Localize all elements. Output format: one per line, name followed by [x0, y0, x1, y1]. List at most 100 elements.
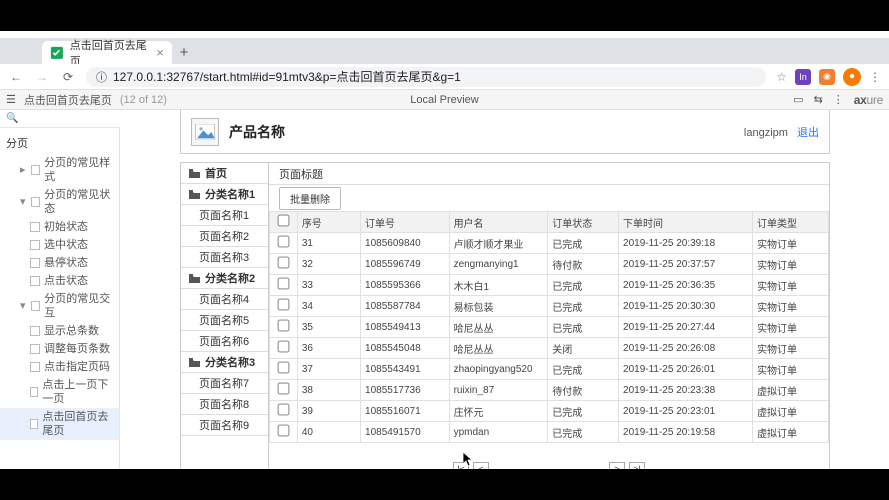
cell-type: 实物订单: [753, 338, 829, 359]
tree-item-current[interactable]: 点击回首页去尾页: [0, 408, 119, 440]
table-row: 311085609840卢顺才顺才果业已完成2019-11-25 20:39:1…: [270, 233, 829, 254]
tree-item[interactable]: ▾分页的常见状态: [0, 186, 119, 218]
tree-search[interactable]: 🔍: [0, 110, 120, 128]
sidebar-page[interactable]: 页面名称3: [181, 247, 268, 268]
product-title: 产品名称: [229, 122, 285, 142]
sidebar-page[interactable]: 页面名称1: [181, 205, 268, 226]
col-time: 下单时间: [619, 212, 753, 233]
sidebar-toggle-icon[interactable]: ☰: [6, 93, 16, 106]
cell-order: 1085491570: [361, 422, 450, 443]
tree-item[interactable]: 点击上一页下一页: [0, 376, 119, 408]
browser-tabbar: 点击回首页去尾页 × +: [0, 38, 889, 64]
col-user: 用户名: [449, 212, 548, 233]
cell-type: 实物订单: [753, 275, 829, 296]
back-button[interactable]: ←: [8, 70, 24, 84]
row-checkbox[interactable]: [278, 425, 290, 437]
main-panel: 页面标题 批量删除 序号 订单号 用: [269, 163, 829, 469]
cell-time: 2019-11-25 20:23:38: [619, 380, 753, 401]
cell-status: 已完成: [548, 275, 619, 296]
sidebar-category[interactable]: 分类名称1: [181, 184, 268, 205]
row-checkbox[interactable]: [278, 362, 290, 374]
cell-status: 已完成: [548, 233, 619, 254]
col-type: 订单类型: [753, 212, 829, 233]
axure-page-title: 点击回首页去尾页: [24, 92, 112, 108]
row-checkbox[interactable]: [278, 257, 290, 269]
first-page-button[interactable]: |<: [453, 462, 469, 469]
row-checkbox[interactable]: [278, 383, 290, 395]
star-icon[interactable]: ☆: [776, 70, 787, 84]
menu-icon[interactable]: ⋮: [869, 70, 881, 84]
cell-order: 1085595366: [361, 275, 450, 296]
sidebar-page[interactable]: 页面名称6: [181, 331, 268, 352]
inner-sidebar: 首页 分类名称1 页面名称1 页面名称2 页面名称3 分类名称2 页面名称4 页…: [181, 163, 269, 469]
cell-order: 1085545048: [361, 338, 450, 359]
cell-user: 哈尼丛丛: [449, 338, 548, 359]
cell-status: 已完成: [548, 422, 619, 443]
profile-avatar[interactable]: ●: [843, 68, 861, 86]
search-icon: 🔍: [6, 113, 18, 124]
next-page-button[interactable]: >: [609, 462, 625, 469]
col-order: 订单号: [361, 212, 450, 233]
row-checkbox[interactable]: [278, 404, 290, 416]
sidebar-page[interactable]: 页面名称7: [181, 373, 268, 394]
new-tab-button[interactable]: +: [172, 41, 196, 64]
tree-item[interactable]: 悬停状态: [0, 254, 119, 272]
row-checkbox[interactable]: [278, 236, 290, 248]
sidebar-page[interactable]: 页面名称4: [181, 289, 268, 310]
tab-close-icon[interactable]: ×: [156, 45, 164, 60]
page-title: 页面标题: [269, 163, 829, 185]
tree-item[interactable]: 调整每页条数: [0, 340, 119, 358]
tree-item[interactable]: 显示总条数: [0, 322, 119, 340]
cell-status: 已完成: [548, 359, 619, 380]
tree-item[interactable]: 选中状态: [0, 236, 119, 254]
extension-icon[interactable]: In: [795, 69, 811, 85]
site-info-icon[interactable]: ⓘ: [96, 69, 107, 85]
cell-type: 实物订单: [753, 296, 829, 317]
axure-page-pos: (12 of 12): [120, 94, 167, 106]
tree-item[interactable]: 点击状态: [0, 272, 119, 290]
reload-button[interactable]: ⟳: [60, 70, 76, 84]
cell-user: 庄怀元: [449, 401, 548, 422]
url-field[interactable]: ⓘ 127.0.0.1:32767/start.html#id=91mtv3&p…: [86, 67, 766, 87]
row-checkbox[interactable]: [278, 278, 290, 290]
prev-page-button[interactable]: <: [473, 462, 489, 469]
tree-item[interactable]: 初始状态: [0, 218, 119, 236]
cell-order: 1085609840: [361, 233, 450, 254]
cell-seq: 34: [297, 296, 360, 317]
forward-button[interactable]: →: [34, 70, 50, 84]
cell-type: 虚拟订单: [753, 380, 829, 401]
cell-order: 1085587784: [361, 296, 450, 317]
row-checkbox[interactable]: [278, 299, 290, 311]
sidebar-page[interactable]: 页面名称2: [181, 226, 268, 247]
batch-delete-button[interactable]: 批量删除: [279, 187, 341, 210]
sidebar-category[interactable]: 分类名称2: [181, 268, 268, 289]
tree-item[interactable]: ▸分页的常见样式: [0, 154, 119, 186]
extension-icon[interactable]: ◉: [819, 69, 835, 85]
tree-item[interactable]: ▾分页的常见交互: [0, 290, 119, 322]
row-checkbox[interactable]: [278, 341, 290, 353]
row-checkbox[interactable]: [278, 320, 290, 332]
last-page-button[interactable]: >|: [629, 462, 645, 469]
cell-user: 易标包装: [449, 296, 548, 317]
select-all-checkbox[interactable]: [278, 215, 290, 227]
browser-tab[interactable]: 点击回首页去尾页 ×: [42, 41, 172, 64]
sidebar-page[interactable]: 页面名称8: [181, 394, 268, 415]
url-text: 127.0.0.1:32767/start.html#id=91mtv3&p=点…: [113, 68, 461, 85]
cell-time: 2019-11-25 20:26:01: [619, 359, 753, 380]
cell-seq: 33: [297, 275, 360, 296]
sidebar-home[interactable]: 首页: [181, 163, 268, 184]
tree-root[interactable]: 分页: [0, 132, 119, 154]
axure-tool-icon[interactable]: ⋮: [833, 93, 844, 106]
cell-status: 关闭: [548, 338, 619, 359]
sidebar-page[interactable]: 页面名称9: [181, 415, 268, 436]
axure-tool-icon[interactable]: ⇆: [814, 93, 823, 106]
cell-time: 2019-11-25 20:23:01: [619, 401, 753, 422]
logout-link[interactable]: 退出: [797, 127, 819, 139]
sidebar-page[interactable]: 页面名称5: [181, 310, 268, 331]
col-status: 订单状态: [548, 212, 619, 233]
tree-item[interactable]: 点击指定页码: [0, 358, 119, 376]
sidebar-category[interactable]: 分类名称3: [181, 352, 268, 373]
cell-user: zengmanying1: [449, 254, 548, 275]
cell-user: ypmdan: [449, 422, 548, 443]
axure-tool-icon[interactable]: ▭: [793, 93, 803, 106]
